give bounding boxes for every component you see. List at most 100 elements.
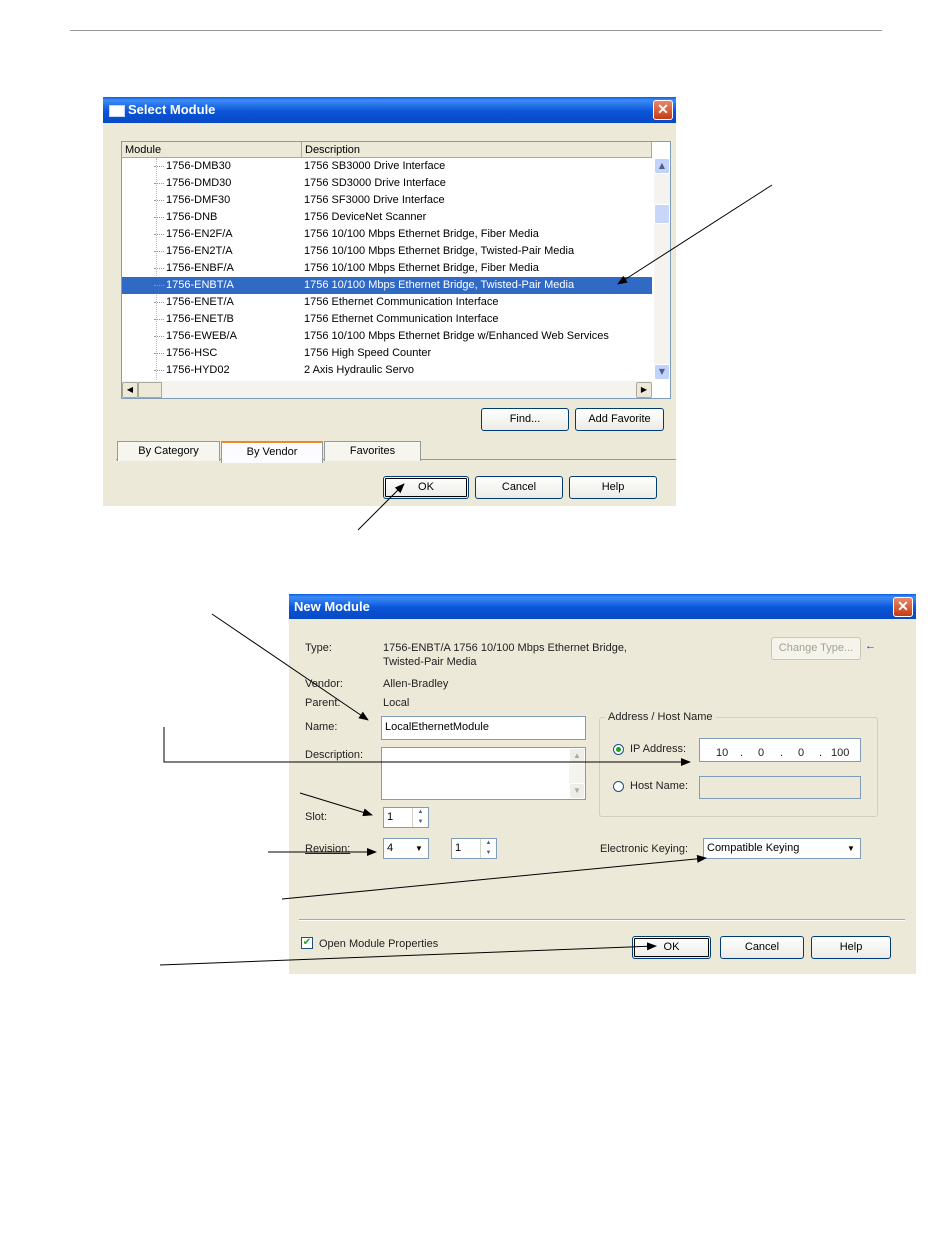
tree-branch [154,183,164,184]
module-name: 1756-ENBT/A [166,279,234,291]
tab-by-category[interactable]: By Category [117,441,220,461]
column-header-module[interactable]: Module [122,142,302,158]
tree-branch [154,336,164,337]
address-group [599,717,878,817]
ip-dot: . [740,747,744,759]
horizontal-scrollbar[interactable]: ◀ ▶ [122,381,652,398]
find-button[interactable]: Find... [481,408,569,431]
ip-octet-3[interactable]: 0 [798,743,804,763]
ip-octet-1[interactable]: 10 [716,743,728,763]
horizontal-scroll-thumb[interactable] [138,382,162,398]
select-module-titlebar[interactable]: Select Module ✕ [103,97,676,123]
cancel-button[interactable]: Cancel [720,936,804,959]
ip-octet-4[interactable]: 100 [831,743,849,763]
scroll-left-icon[interactable]: ◀ [122,382,138,398]
module-name: 1756-ENET/A [166,296,234,308]
scroll-right-icon[interactable]: ▶ [636,382,652,398]
module-name: 1756-EN2T/A [166,245,233,257]
open-module-properties-checkbox[interactable]: ✔ [301,937,313,949]
revision-major-select[interactable]: 4 ▼ [383,838,429,859]
module-description: 1756 Ethernet Communication Interface [304,313,499,325]
slot-stepper[interactable]: 1 ▲ ▼ [383,807,429,828]
keying-select[interactable]: Compatible Keying ▼ [703,838,861,859]
host-name-input[interactable] [699,776,861,799]
dialog-title: New Module [294,599,370,614]
scroll-thumb[interactable] [654,204,670,224]
tab-by-vendor[interactable]: By Vendor [221,441,323,463]
cancel-button[interactable]: Cancel [475,476,563,499]
description-scrollbar[interactable]: ▲ ▼ [569,748,585,799]
ip-octet-2[interactable]: 0 [758,743,764,763]
table-row[interactable]: 1756-DMD30 1756 SD3000 Drive Interface [122,175,652,192]
scroll-up-icon[interactable]: ▲ [569,748,585,764]
parent-value: Local [383,697,410,709]
select-module-dialog: Select Module ✕ Module Description 1756-… [103,97,676,506]
module-description: 1756 10/100 Mbps Ethernet Bridge, Fiber … [304,262,539,274]
module-name: 1756-HSC [166,347,218,359]
tree-branch [154,251,164,252]
description-label: Description: [305,749,364,761]
address-group-label: Address / Host Name [605,711,716,723]
module-description: 1756 10/100 Mbps Ethernet Bridge, Fiber … [304,228,539,240]
tree-branch [154,217,164,218]
description-input[interactable]: ▲ ▼ [381,747,586,800]
close-icon[interactable]: ✕ [653,100,673,120]
new-module-dialog: New Module ✕ Type: 1756-ENBT/A 1756 10/1… [289,594,916,974]
chevron-down-icon[interactable]: ▼ [411,840,427,857]
slot-value: 1 [387,811,394,823]
ip-address-input[interactable]: 10 . 0 . 0 . 100 [699,738,861,762]
scroll-down-icon[interactable]: ▼ [569,783,585,799]
module-list[interactable]: Module Description 1756-DMB30 1756 SB3000… [121,141,671,399]
table-row[interactable]: 1756-EWEB/A 1756 10/100 Mbps Ethernet Bri… [122,328,652,345]
spin-down-icon[interactable]: ▼ [413,818,428,828]
ok-button[interactable]: OK [383,476,469,499]
name-label: Name: [305,721,338,733]
module-name: 1756-ENBF/A [166,262,234,274]
dialog-title: Select Module [128,102,216,117]
table-row[interactable]: 1756-DMB30 1756 SB3000 Drive Interface [122,158,652,175]
module-name: 1756-DNB [166,211,218,223]
revision-minor-value: 1 [455,842,462,854]
tree-branch [154,302,164,303]
spin-up-icon[interactable]: ▲ [413,808,428,818]
table-row[interactable]: 1756-HYD02 2 Axis Hydraulic Servo [122,362,652,379]
column-header-description[interactable]: Description [302,142,652,158]
table-row[interactable]: 1756-HSC 1756 High Speed Counter [122,345,652,362]
spin-down-icon[interactable]: ▼ [481,849,496,859]
close-icon[interactable]: ✕ [893,597,913,617]
vertical-scrollbar[interactable]: ▲ ▼ [654,158,670,380]
slot-label: Slot: [305,811,328,823]
scroll-down-icon[interactable]: ▼ [654,364,670,380]
module-description: 1756 High Speed Counter [304,347,432,359]
module-name: 1756-EN2F/A [166,228,233,240]
ok-button[interactable]: OK [632,936,711,959]
help-button[interactable]: Help [811,936,891,959]
table-row[interactable]: 1756-EN2F/A 1756 10/100 Mbps Ethernet Bri… [122,226,652,243]
table-row[interactable]: 1756-ENBT/A 1756 10/100 Mbps Ethernet Bri… [122,277,652,294]
page-header-rule [70,30,882,31]
spin-up-icon[interactable]: ▲ [481,839,496,849]
table-row[interactable]: 1756-ENET/A 1756 Ethernet Communication I… [122,294,652,311]
help-button[interactable]: Help [569,476,657,499]
host-name-radio[interactable] [613,781,624,792]
table-row[interactable]: 1756-ENBF/A 1756 10/100 Mbps Ethernet Bri… [122,260,652,277]
module-description: 2 Axis Hydraulic Servo [304,364,415,376]
new-module-titlebar[interactable]: New Module ✕ [289,594,916,619]
module-description: 1756 SF3000 Drive Interface [304,194,445,206]
tree-branch [154,370,164,371]
type-label: Type: [305,642,332,654]
ip-address-radio[interactable] [613,744,624,755]
table-row[interactable]: 1756-ENET/B 1756 Ethernet Communication I… [122,311,652,328]
scroll-up-icon[interactable]: ▲ [654,158,670,174]
name-input[interactable]: LocalEthernetModule [381,716,586,740]
module-name: 1756-DMF30 [166,194,231,206]
table-row[interactable]: 1756-DMF30 1756 SF3000 Drive Interface [122,192,652,209]
tree-branch [154,353,164,354]
change-type-button[interactable]: Change Type... [771,637,861,660]
chevron-down-icon[interactable]: ▼ [843,840,859,857]
table-row[interactable]: 1756-DNB 1756 DeviceNet Scanner [122,209,652,226]
revision-minor-stepper[interactable]: 1 ▲ ▼ [451,838,497,859]
table-row[interactable]: 1756-EN2T/A 1756 10/100 Mbps Ethernet Bri… [122,243,652,260]
add-favorite-button[interactable]: Add Favorite [575,408,664,431]
tab-favorites[interactable]: Favorites [324,441,421,461]
